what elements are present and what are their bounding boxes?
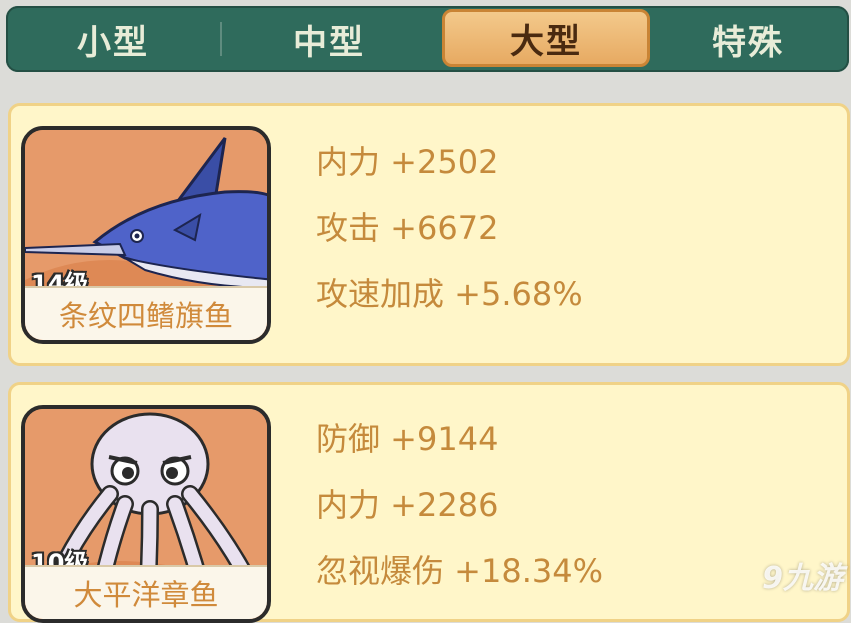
watermark-logo: 9九游	[762, 561, 843, 596]
fish-portrait: 10级 大平洋章鱼	[21, 405, 271, 623]
fish-stats: 内力 +2502 攻击 +6672 攻速加成 +5.68%	[316, 134, 583, 332]
fish-name: 条纹四鳍旗鱼	[25, 286, 267, 340]
fish-portrait: 14级 条纹四鳍旗鱼	[21, 126, 271, 344]
stat-line: 内力 +2286	[316, 486, 499, 524]
stat-line: 攻击 +6672	[316, 209, 499, 247]
stat-line: 攻速加成 +5.68%	[316, 275, 583, 313]
tab-small[interactable]: 小型	[6, 6, 220, 72]
tab-special[interactable]: 特殊	[648, 6, 848, 72]
tab-medium[interactable]: 中型	[220, 6, 438, 72]
stat-line: 防御 +9144	[316, 420, 499, 458]
stat-line: 忽视爆伤 +18.34%	[316, 552, 604, 590]
fish-card[interactable]: 14级 条纹四鳍旗鱼 内力 +2502 攻击 +6672 攻速加成 +5.68%	[8, 103, 850, 366]
fish-card[interactable]: 10级 大平洋章鱼 防御 +9144 内力 +2286 忽视爆伤 +18.34%	[8, 382, 850, 623]
category-tab-bar: 小型 中型 大型 特殊	[6, 6, 849, 72]
stat-line: 内力 +2502	[316, 143, 499, 181]
fish-name: 大平洋章鱼	[25, 565, 267, 619]
fish-stats: 防御 +9144 内力 +2286 忽视爆伤 +18.34%	[316, 411, 603, 609]
tab-large[interactable]: 大型	[442, 9, 650, 67]
